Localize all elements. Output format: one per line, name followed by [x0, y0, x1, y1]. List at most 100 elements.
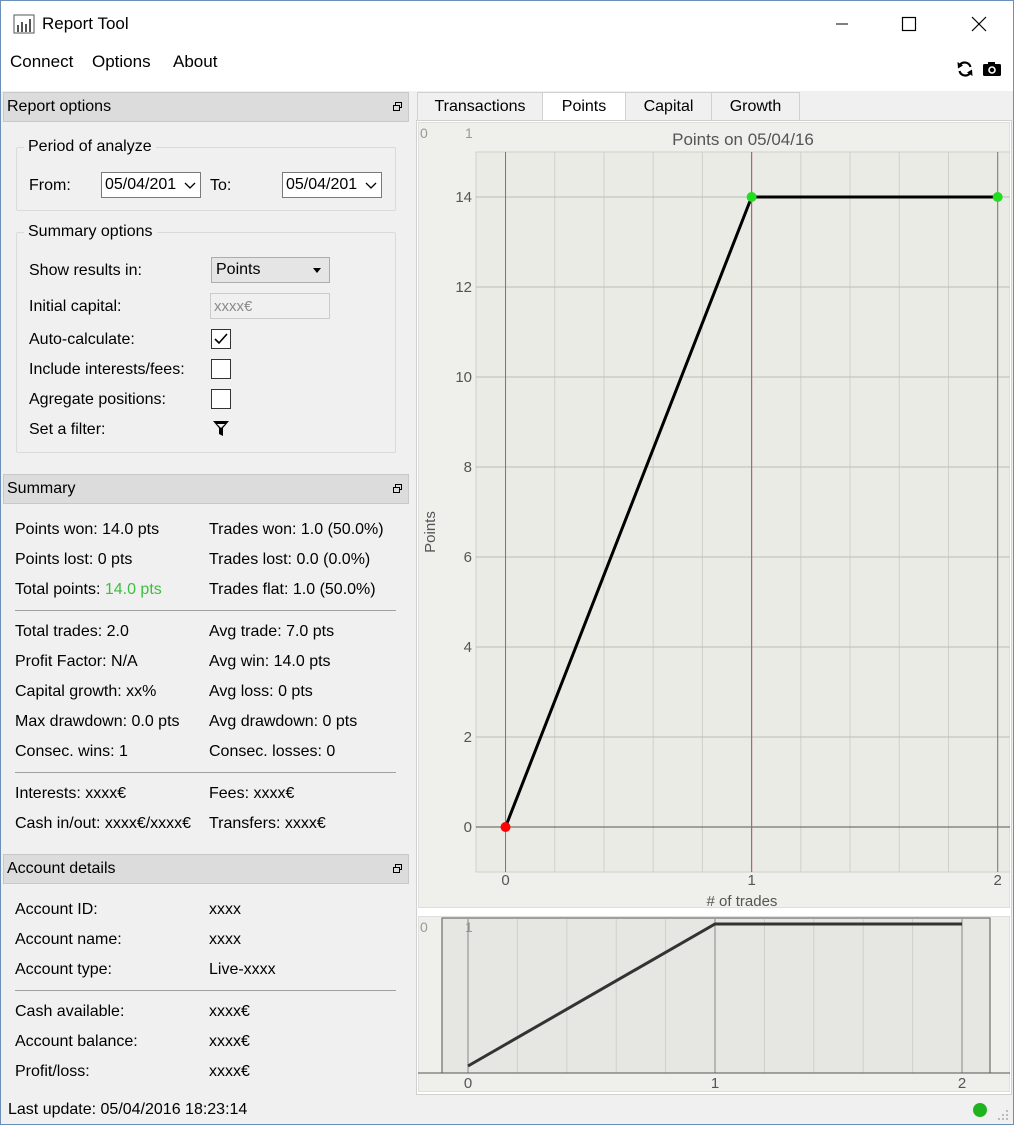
y-tick-label: 14 [455, 189, 472, 206]
corner-label-zero: 0 [420, 125, 428, 141]
menu-bar: Connect Options About [1, 47, 1013, 91]
plot-grid: 024681012140 1 2 [455, 151, 1010, 889]
show-results-select[interactable]: Points [211, 257, 330, 283]
y-tick-label: 10 [455, 369, 472, 386]
show-results-value: Points [216, 261, 261, 278]
app-window: Report Tool Connect Options About Report… [0, 0, 1014, 1125]
x-tick-label: 1 [747, 872, 755, 889]
account-type-value: Live-xxxx [209, 961, 276, 978]
to-date-input[interactable]: 05/04/201 [282, 172, 382, 198]
menu-connect[interactable]: Connect [10, 52, 73, 72]
y-tick-label: 6 [464, 549, 472, 566]
float-dock-icon[interactable] [393, 484, 402, 493]
x-tick-label: 2 [994, 872, 1002, 889]
cash-in-out: Cash in/out: xxxx€/xxxx€ [15, 815, 192, 832]
transfers: Transfers: xxxx€ [209, 815, 326, 832]
to-label: To: [210, 177, 232, 194]
maximize-icon [901, 16, 917, 32]
fees: Fees: xxxx€ [209, 785, 295, 802]
overview-x-tick-label: 1 [711, 1075, 719, 1092]
profit-loss-label: Profit/loss: [15, 1063, 90, 1080]
include-fees-checkbox[interactable] [211, 359, 231, 379]
overview-x-tick-label: 0 [464, 1075, 472, 1092]
minimize-button[interactable] [819, 1, 865, 47]
profit-loss-value: xxxx€ [209, 1063, 250, 1080]
resize-grip-icon[interactable] [997, 1109, 1009, 1121]
summary-options-title: Summary options [24, 223, 157, 241]
auto-calculate-label: Auto-calculate: [29, 331, 135, 348]
y-tick-label: 4 [464, 639, 472, 656]
total-points-label: Total points: [15, 581, 105, 598]
initial-capital-input[interactable]: xxxx€ [210, 293, 330, 319]
filter-label: Set a filter: [29, 421, 106, 438]
chevron-down-icon[interactable] [183, 176, 197, 194]
divider [15, 610, 396, 611]
cash-available-value: xxxx€ [209, 1003, 250, 1020]
account-type-label: Account type: [15, 961, 112, 978]
consec-wins: Consec. wins: 1 [15, 743, 128, 760]
y-tick-label: 12 [455, 279, 472, 296]
y-axis-label: Points [422, 511, 439, 553]
filter-icon[interactable] [212, 420, 230, 438]
avg-trade: Avg trade: 7.0 pts [209, 623, 335, 640]
data-point [746, 192, 757, 202]
include-fees-label: Include interests/fees: [29, 361, 185, 378]
close-icon [971, 16, 987, 32]
connection-status-indicator [973, 1103, 987, 1117]
float-dock-icon[interactable] [393, 864, 402, 873]
divider [15, 772, 396, 773]
points-lost: Points lost: 0 pts [15, 551, 133, 568]
x-axis-label: # of trades [707, 893, 778, 908]
account-name-label: Account name: [15, 931, 122, 948]
points-won: Points won: 14.0 pts [15, 521, 160, 538]
points-chart[interactable]: 0 1 Points on 05/04/16 024681012140 1 2 Po… [418, 122, 1010, 908]
total-points-value: 14.0 pts [104, 581, 162, 598]
divider [15, 990, 396, 991]
period-group-title: Period of analyze [24, 138, 156, 156]
tab-transactions[interactable]: Transactions [417, 92, 543, 121]
to-date-value: 05/04/201 [286, 176, 358, 193]
menu-options[interactable]: Options [92, 52, 151, 72]
aggregate-checkbox[interactable] [211, 389, 231, 409]
data-point [500, 822, 511, 832]
x-tick-label: 0 [501, 872, 509, 889]
from-date-input[interactable]: 05/04/201 [101, 172, 201, 198]
refresh-icon[interactable] [955, 59, 975, 79]
tab-points[interactable]: Points [542, 92, 626, 122]
aggregate-label: Agregate positions: [29, 391, 166, 408]
avg-loss: Avg loss: 0 pts [209, 683, 313, 700]
overview-range-selector[interactable] [441, 917, 991, 1074]
trades-flat: Trades flat: 1.0 (50.0%) [209, 581, 376, 598]
tab-growth[interactable]: Growth [711, 92, 800, 121]
consec-losses: Consec. losses: 0 [209, 743, 336, 760]
menu-about[interactable]: About [173, 52, 217, 72]
show-results-label: Show results in: [29, 262, 142, 279]
chevron-down-icon[interactable] [364, 176, 378, 194]
overview-x-tick-label: 2 [958, 1075, 966, 1092]
initial-capital-label: Initial capital: [29, 298, 122, 315]
float-dock-icon[interactable] [393, 102, 402, 111]
overview-chart[interactable]: 0 1 0 1 2 [418, 916, 1010, 1092]
trades-lost: Trades lost: 0.0 (0.0%) [209, 551, 371, 568]
initial-capital-placeholder: xxxx€ [214, 298, 253, 315]
tab-capital[interactable]: Capital [625, 92, 712, 121]
avg-drawdown: Avg drawdown: 0 pts [209, 713, 358, 730]
profit-factor: Profit Factor: N/A [15, 653, 138, 670]
capital-growth: Capital growth: xx% [15, 683, 157, 700]
auto-calculate-checkbox[interactable] [211, 329, 231, 349]
overview-corner-one: 1 [465, 919, 473, 935]
close-button[interactable] [956, 1, 1002, 47]
from-date-value: 05/04/201 [105, 176, 177, 193]
camera-icon[interactable] [982, 59, 1002, 79]
window-title: Report Tool [42, 14, 129, 33]
account-details-title: Account details [7, 860, 116, 877]
avg-win: Avg win: 14.0 pts [209, 653, 331, 670]
y-tick-label: 2 [464, 729, 472, 746]
maximize-button[interactable] [886, 1, 932, 47]
trades-won: Trades won: 1.0 (50.0%) [209, 521, 384, 538]
account-balance-label: Account balance: [15, 1033, 138, 1050]
account-id-label: Account ID: [15, 901, 98, 918]
minimize-icon [836, 23, 848, 25]
account-id-value: xxxx [209, 901, 241, 918]
report-options-header: Report options [3, 92, 409, 122]
